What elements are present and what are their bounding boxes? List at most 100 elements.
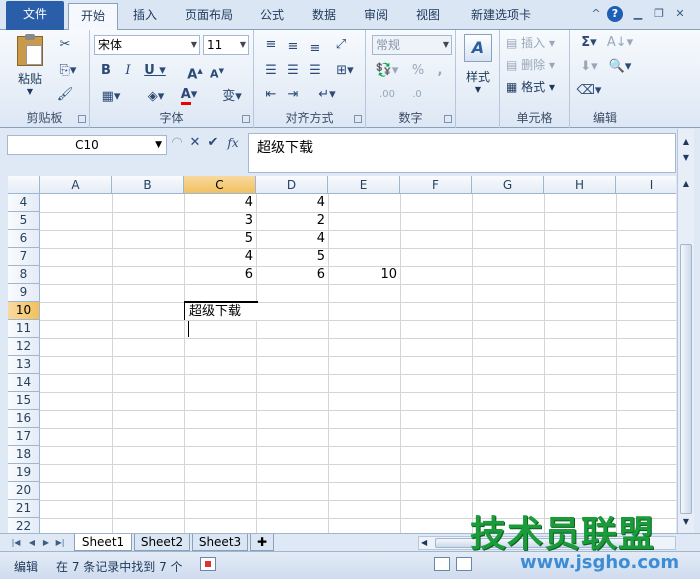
- number-format-select[interactable]: 常规 ▼: [372, 35, 452, 55]
- row-header-6[interactable]: 6: [8, 230, 40, 248]
- sort-filter-icon[interactable]: A↓▾: [606, 34, 634, 52]
- currency-icon[interactable]: 💱▾: [374, 62, 400, 80]
- phonetic-icon[interactable]: 变▾: [216, 88, 248, 106]
- tab-view[interactable]: 视图: [406, 3, 450, 30]
- format-painter-icon[interactable]: 🖌: [56, 86, 74, 104]
- col-header-g[interactable]: G: [472, 176, 544, 194]
- insert-function-icon[interactable]: fx: [224, 134, 242, 152]
- cell-c5[interactable]: 3: [184, 212, 256, 230]
- cut-icon[interactable]: ✂: [56, 36, 74, 54]
- orientation-icon[interactable]: ⤢: [332, 36, 350, 54]
- italic-icon[interactable]: I: [120, 62, 136, 80]
- align-center-icon[interactable]: ☰: [284, 62, 302, 80]
- page-layout-view-icon[interactable]: [456, 557, 472, 571]
- copy-icon[interactable]: ⎘▾: [56, 62, 80, 80]
- normal-view-icon[interactable]: [434, 557, 450, 571]
- bold-icon[interactable]: B: [98, 62, 114, 80]
- tab-formulas[interactable]: 公式: [250, 3, 294, 30]
- last-sheet-icon[interactable]: ▶|: [54, 536, 66, 550]
- format-cells-button[interactable]: ▦ 格式 ▾: [506, 78, 566, 95]
- formula-bar-expand-icon[interactable]: ◠: [170, 134, 184, 152]
- styles-button[interactable]: A 样式 ▼: [460, 34, 496, 98]
- cell-d7[interactable]: 5: [256, 248, 328, 266]
- decrease-font-icon[interactable]: A▼: [208, 62, 226, 84]
- sheet-tab-sheet1[interactable]: Sheet1: [74, 534, 132, 551]
- first-sheet-icon[interactable]: |◀: [10, 536, 22, 550]
- insert-cells-button[interactable]: ▤ 插入 ▾: [506, 34, 566, 51]
- col-header-b[interactable]: B: [112, 176, 184, 194]
- col-header-h[interactable]: H: [544, 176, 616, 194]
- ribbon-scroll-down-icon[interactable]: ▼: [680, 153, 692, 165]
- row-header-17[interactable]: 17: [8, 428, 40, 446]
- comma-icon[interactable]: ,: [432, 62, 448, 80]
- col-header-c[interactable]: C: [184, 176, 256, 194]
- row-header-20[interactable]: 20: [8, 482, 40, 500]
- next-sheet-icon[interactable]: ▶: [40, 536, 52, 550]
- help-icon[interactable]: ?: [607, 6, 623, 22]
- col-header-e[interactable]: E: [328, 176, 400, 194]
- cell-e8[interactable]: 10: [328, 266, 400, 284]
- align-right-icon[interactable]: ☰: [306, 62, 324, 80]
- tab-home[interactable]: 开始: [68, 3, 118, 31]
- cell-c4[interactable]: 4: [184, 194, 256, 212]
- window-minimize-icon[interactable]: ▁: [630, 6, 646, 22]
- row-header-10[interactable]: 10: [8, 302, 40, 320]
- cell-d4[interactable]: 4: [256, 194, 328, 212]
- borders-icon[interactable]: ▦▾: [98, 88, 124, 106]
- row-header-9[interactable]: 9: [8, 284, 40, 302]
- prev-sheet-icon[interactable]: ◀: [26, 536, 38, 550]
- select-all-corner[interactable]: [8, 176, 40, 194]
- paste-button[interactable]: 粘贴 ▼: [12, 34, 48, 98]
- row-header-15[interactable]: 15: [8, 392, 40, 410]
- tab-data[interactable]: 数据: [302, 3, 346, 30]
- cell-d8[interactable]: 6: [256, 266, 328, 284]
- formula-input[interactable]: 超级下载: [248, 133, 676, 173]
- increase-indent-icon[interactable]: ⇥: [284, 86, 302, 104]
- sheet-tab-sheet3[interactable]: Sheet3: [192, 534, 248, 551]
- row-header-8[interactable]: 8: [8, 266, 40, 284]
- find-select-icon[interactable]: 🔍▾: [606, 58, 634, 76]
- alignment-launcher-icon[interactable]: [354, 115, 362, 123]
- ribbon-scroll-up-icon[interactable]: ▲: [680, 137, 692, 149]
- delete-cells-button[interactable]: ▤ 删除 ▾: [506, 56, 566, 73]
- tab-new-tab[interactable]: 新建选项卡: [460, 3, 542, 30]
- col-header-i[interactable]: I: [616, 176, 676, 194]
- cell-d6[interactable]: 4: [256, 230, 328, 248]
- name-box[interactable]: C10 ▼: [7, 135, 167, 155]
- confirm-entry-icon[interactable]: ✔: [206, 134, 220, 152]
- window-restore-icon[interactable]: ❐: [651, 6, 667, 22]
- fill-icon[interactable]: ⬇▾: [576, 58, 602, 76]
- row-header-16[interactable]: 16: [8, 410, 40, 428]
- vertical-scroll-thumb[interactable]: [680, 244, 692, 514]
- tab-file[interactable]: 文件: [6, 1, 64, 30]
- window-close-icon[interactable]: ✕: [672, 6, 688, 22]
- scroll-up-icon[interactable]: ▲: [680, 179, 692, 191]
- spreadsheet-grid[interactable]: A B C D E F G H I 4 5 6 7 8 9 10 11 12 1…: [8, 176, 676, 533]
- scroll-down-icon[interactable]: ▼: [680, 517, 692, 529]
- decrease-decimal-icon[interactable]: .0: [404, 86, 430, 104]
- cell-d5[interactable]: 2: [256, 212, 328, 230]
- tab-review[interactable]: 审阅: [354, 3, 398, 30]
- number-launcher-icon[interactable]: [444, 115, 452, 123]
- insert-sheet-icon[interactable]: ✚: [250, 534, 274, 551]
- clear-icon[interactable]: ⌫▾: [576, 82, 602, 100]
- macro-record-icon[interactable]: [200, 557, 216, 571]
- fill-color-icon[interactable]: ◈▾: [142, 88, 170, 106]
- row-header-5[interactable]: 5: [8, 212, 40, 230]
- align-top-icon[interactable]: ≡: [262, 36, 280, 54]
- cell-c6[interactable]: 5: [184, 230, 256, 248]
- active-cell-c10[interactable]: 超级下载: [184, 301, 258, 320]
- increase-decimal-icon[interactable]: .00: [374, 86, 400, 104]
- decrease-indent-icon[interactable]: ⇤: [262, 86, 280, 104]
- align-bottom-icon[interactable]: ≡: [306, 40, 324, 58]
- row-header-13[interactable]: 13: [8, 356, 40, 374]
- row-header-12[interactable]: 12: [8, 338, 40, 356]
- vertical-scrollbar[interactable]: ▲ ▼ ▲ ▼: [677, 129, 694, 533]
- row-header-7[interactable]: 7: [8, 248, 40, 266]
- row-header-19[interactable]: 19: [8, 464, 40, 482]
- wrap-text-icon[interactable]: ↵▾: [314, 86, 340, 104]
- minimize-ribbon-icon[interactable]: ^: [588, 6, 604, 22]
- underline-icon[interactable]: U ▾: [142, 62, 168, 80]
- row-header-4[interactable]: 4: [8, 194, 40, 212]
- font-name-select[interactable]: 宋体 ▼: [94, 35, 200, 55]
